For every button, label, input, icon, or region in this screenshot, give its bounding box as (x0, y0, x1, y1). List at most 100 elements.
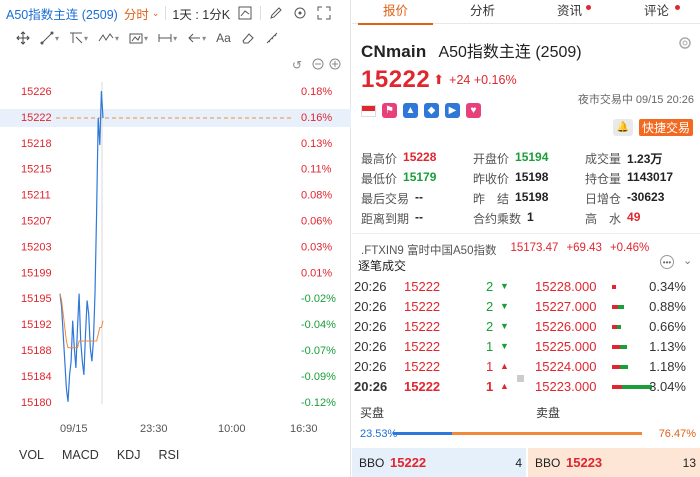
y-tick-label: 15207 (21, 216, 52, 228)
quote-header: CNmain A50指数主连 (2509) 15222 ⬆ +24 +0.16%… (352, 24, 700, 144)
stat-value: 15179 (403, 170, 437, 184)
stat-label: 持仓量 (585, 172, 622, 186)
chart-svg: ↺ 15226 15222 15218 15215 15211 15207 15203 1519… (0, 58, 351, 435)
contract-code: CNmain (361, 42, 427, 61)
trade-price: 15222 (404, 298, 441, 314)
stat-label: 日增仓 (585, 192, 622, 206)
text-tool-icon[interactable]: Aa (216, 31, 231, 45)
pct-tick-label: 0.03% (301, 241, 332, 253)
trade-row: 20:26 15222 2 ▼ (352, 276, 520, 296)
best-ask[interactable]: BBO 15223 13 (528, 448, 700, 477)
stat-value: 15198 (515, 170, 549, 184)
bbo-label: BBO (535, 455, 561, 470)
wave-tool-icon[interactable]: ▾ (98, 31, 119, 45)
y-tick-label: 15192 (21, 319, 52, 331)
chart-badge-icon: ▲ (403, 103, 418, 118)
tab-kdj[interactable]: KDJ (117, 448, 141, 470)
quote-tabs: 报价 分析 资讯 评论 (352, 0, 700, 25)
more-icon[interactable]: ••• (660, 255, 674, 269)
divider (260, 6, 262, 20)
y-tick-label: 15211 (21, 190, 51, 202)
arrow-down-icon: ▼ (500, 321, 509, 331)
trade-row: 20:26 15222 2 ▼ (352, 316, 520, 336)
trade-price: 15222 (404, 358, 441, 374)
stat-item: 持仓量 1143017 (585, 170, 700, 187)
pencil-icon[interactable] (267, 4, 285, 22)
stat-value: -30623 (627, 190, 665, 204)
tab-quote[interactable]: 报价 (352, 0, 439, 25)
y-tick-label: 15226 (21, 86, 52, 98)
stat-value: 15194 (515, 150, 549, 164)
level-pct: 3.04% (649, 379, 686, 394)
bell-icon[interactable]: 🔔 (613, 119, 633, 136)
unread-dot (675, 5, 680, 10)
undo-icon: ↺ (292, 58, 302, 72)
symbol-selector[interactable]: A50指数主连 (2509) (6, 4, 118, 23)
arrow-down-icon: ▼ (500, 281, 509, 291)
stat-label: 高 水 (585, 212, 622, 226)
trade-time: 20:26 (354, 318, 387, 334)
stat-item: 距离到期 -- (361, 210, 473, 227)
level-pct: 0.88% (649, 299, 686, 314)
gear-icon[interactable] (678, 36, 692, 53)
arrow-tool-icon[interactable]: ▾ (187, 31, 206, 45)
crosshair-icon[interactable] (16, 31, 30, 45)
tab-rsi[interactable]: RSI (158, 448, 179, 470)
pattern-tool-icon[interactable]: ▾ (129, 31, 148, 45)
price-chart[interactable]: ↺ 15226 15222 15218 15215 15211 15207 15203 1519… (0, 52, 351, 440)
trade-volume: 1 (486, 338, 494, 354)
tab-vol[interactable]: VOL (19, 448, 44, 470)
tab-label: 评论 (643, 4, 669, 18)
stat-label: 最低价 (361, 172, 398, 186)
fullscreen-icon[interactable] (315, 4, 333, 22)
tab-analysis[interactable]: 分析 (439, 0, 526, 23)
ticks-header: 逐笔成交 ••• ⌄ (352, 252, 700, 274)
timeframe-selector[interactable]: 分时 ⌄ (124, 4, 160, 23)
eraser-icon[interactable] (241, 31, 255, 45)
stat-label: 合约乘数 (473, 212, 522, 226)
session-status: 夜市交易中 09/15 20:26 (577, 94, 694, 106)
buy-pct: 23.53% (360, 428, 398, 440)
trade-volume: 2 (486, 298, 494, 314)
bid-size: 4 (515, 455, 522, 470)
favorite-heart-icon[interactable]: ♥ (466, 103, 481, 118)
ask-price: 15223 (566, 455, 603, 470)
trade-price: 15222 (404, 278, 441, 294)
trendline-tool-icon[interactable]: ▾ (40, 31, 59, 45)
best-bid[interactable]: BBO 15222 4 (352, 448, 526, 477)
fib-tool-icon[interactable]: ▾ (69, 31, 88, 45)
stat-item: 最高价 15228 (361, 150, 473, 167)
average-price-line (59, 293, 104, 349)
ruler-icon[interactable] (265, 31, 279, 45)
trade-row: 20:26 15222 1 ▲ (352, 376, 520, 396)
tab-comments[interactable]: 评论 (613, 0, 700, 23)
level-volume-bar (618, 305, 624, 309)
scrollbar[interactable] (517, 375, 524, 382)
pct-tick-label: -0.12% (301, 397, 336, 409)
interval-selector[interactable]: 1天 : 1分K (172, 4, 230, 23)
arrow-up-icon: ▲ (500, 381, 509, 391)
level-volume-bar (622, 385, 652, 389)
divider (165, 6, 167, 20)
quick-trade-button[interactable]: 快捷交易 (639, 119, 693, 136)
stat-label: 成交量 (585, 152, 622, 166)
trade-price: 15222 (404, 318, 441, 334)
chevron-down-icon[interactable]: ⌄ (683, 254, 692, 267)
level-volume-bar (612, 345, 620, 349)
tab-label: 资讯 (556, 4, 582, 18)
price-level-row: 15224.000 1.18% (530, 356, 700, 376)
tab-macd[interactable]: MACD (62, 448, 99, 470)
measure-tool-icon[interactable]: ▾ (158, 31, 177, 45)
quote-panel: 报价 分析 资讯 评论 CNmain A50指数主连 (2509) 15222 … (352, 0, 700, 477)
stat-label: 开盘价 (473, 152, 510, 166)
stat-item: 昨 结 15198 (473, 190, 585, 207)
stat-value: 15228 (403, 150, 437, 164)
buy-ratio-bar (393, 432, 452, 435)
level-volume-bar (620, 365, 628, 369)
target-icon[interactable] (291, 4, 309, 22)
stat-label: 距离到期 (361, 212, 410, 226)
price-level-row: 15225.000 1.13% (530, 336, 700, 356)
stat-label: 最高价 (361, 152, 398, 166)
tab-news[interactable]: 资讯 (526, 0, 613, 23)
compare-icon[interactable] (236, 4, 254, 22)
